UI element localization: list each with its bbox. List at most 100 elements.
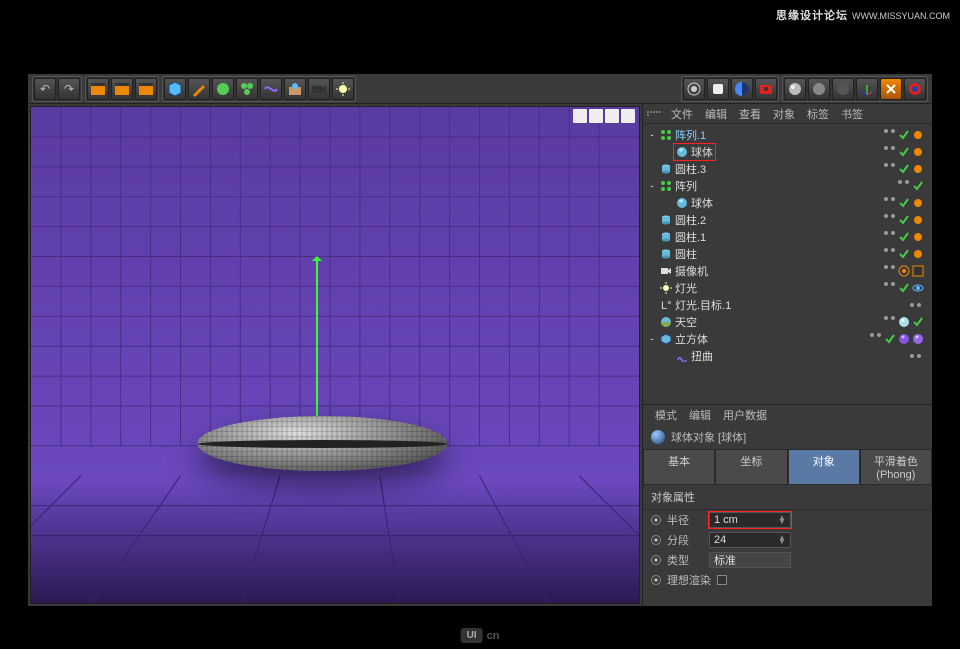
tree-row[interactable]: 圆柱.2 <box>643 211 932 228</box>
visibility-dots[interactable] <box>884 129 932 141</box>
om-menu-bookmarks[interactable]: 书签 <box>837 104 867 124</box>
vp-layout-icon[interactable] <box>621 109 635 123</box>
render-region-button[interactable] <box>707 78 729 100</box>
om-menu-file[interactable]: 文件 <box>667 104 697 124</box>
environment-button[interactable] <box>284 78 306 100</box>
radio-icon[interactable] <box>651 555 661 565</box>
visibility-dots[interactable] <box>884 197 932 209</box>
tree-row[interactable]: -阵列 <box>643 177 932 194</box>
tree-item-name[interactable]: 圆柱.1 <box>657 229 709 245</box>
ideal-checkbox[interactable] <box>717 575 727 585</box>
attr-menu-edit[interactable]: 编辑 <box>685 405 715 425</box>
attr-menu-userdata[interactable]: 用户数据 <box>719 405 771 425</box>
material-2-button[interactable] <box>808 78 830 100</box>
axis-button[interactable] <box>856 78 878 100</box>
tree-row[interactable]: 球体 <box>643 143 932 160</box>
visibility-dots[interactable] <box>884 214 932 226</box>
snap-button[interactable] <box>880 78 902 100</box>
spinner-icon[interactable]: ▲▼ <box>778 516 786 524</box>
tree-item-name[interactable]: 天空 <box>657 314 700 330</box>
visibility-dots[interactable] <box>884 163 932 175</box>
spline-pen-button[interactable] <box>188 78 210 100</box>
tree-row[interactable]: 扭曲 <box>643 347 932 364</box>
segments-field[interactable]: 24▲▼ <box>709 532 791 548</box>
nurbs-button[interactable] <box>212 78 234 100</box>
expand-toggle[interactable]: - <box>647 130 657 140</box>
tree-item-name[interactable]: 球体 <box>673 143 716 161</box>
attr-tab[interactable]: 基本 <box>643 449 715 485</box>
tree-row[interactable]: L°灯光.目标.1 <box>643 296 932 313</box>
expand-toggle[interactable]: - <box>647 334 657 344</box>
visibility-dots[interactable] <box>884 248 932 260</box>
object-tree[interactable]: -阵列.1球体圆柱.3-阵列球体圆柱.2圆柱.1圆柱摄像机灯光L°灯光.目标.1… <box>643 124 932 404</box>
vp-pan-icon[interactable] <box>573 109 587 123</box>
tree-item-name[interactable]: 阵列.1 <box>657 127 709 143</box>
tree-row[interactable]: 灯光 <box>643 279 932 296</box>
render-picture-button[interactable] <box>755 78 777 100</box>
tree-row[interactable]: 圆柱.1 <box>643 228 932 245</box>
om-menu-tags[interactable]: 标签 <box>803 104 833 124</box>
redo-button[interactable]: ↷ <box>58 78 80 100</box>
attr-menu-mode[interactable]: 模式 <box>651 405 681 425</box>
vp-zoom-icon[interactable] <box>589 109 603 123</box>
visibility-dots[interactable] <box>910 354 932 358</box>
tree-row[interactable]: -立方体 <box>643 330 932 347</box>
tree-item-name[interactable]: 灯光 <box>657 280 700 296</box>
array-button[interactable] <box>236 78 258 100</box>
expand-toggle[interactable]: - <box>647 181 657 191</box>
radio-icon[interactable] <box>651 535 661 545</box>
attr-tab[interactable]: 坐标 <box>715 449 787 485</box>
tree-row[interactable]: 摄像机 <box>643 262 932 279</box>
tree-item-name[interactable]: 阵列 <box>657 178 700 194</box>
radius-field[interactable]: 1 cm▲▼ <box>709 512 791 528</box>
sphere-icon <box>651 430 665 444</box>
vp-rotate-icon[interactable] <box>605 109 619 123</box>
tree-item-name[interactable]: 球体 <box>673 195 716 211</box>
visibility-dots[interactable] <box>884 282 932 294</box>
visibility-dots[interactable] <box>884 146 932 158</box>
attr-tab[interactable]: 对象 <box>788 449 860 485</box>
tree-row[interactable]: 圆柱 <box>643 245 932 262</box>
om-menu-object[interactable]: 对象 <box>769 104 799 124</box>
undo-button[interactable]: ↶ <box>34 78 56 100</box>
render-active-button[interactable] <box>731 78 753 100</box>
material-3-button[interactable] <box>832 78 854 100</box>
tree-item-name[interactable]: 摄像机 <box>657 263 711 279</box>
tree-item-name[interactable]: 圆柱.2 <box>657 212 709 228</box>
visibility-dots[interactable] <box>884 316 932 328</box>
visibility-dots[interactable] <box>884 265 932 277</box>
material-1-button[interactable] <box>784 78 806 100</box>
viewport[interactable] <box>30 106 640 604</box>
tree-row[interactable]: 圆柱.3 <box>643 160 932 177</box>
clapper-button-1[interactable] <box>87 78 109 100</box>
radio-icon[interactable] <box>651 575 661 585</box>
tree-item-name[interactable]: L°灯光.目标.1 <box>657 297 734 313</box>
type-select[interactable]: 标准 <box>709 552 791 568</box>
om-menu-edit[interactable]: 编辑 <box>701 104 731 124</box>
clapper-button-3[interactable] <box>135 78 157 100</box>
spinner-icon[interactable]: ▲▼ <box>778 536 786 544</box>
primitive-cube-button[interactable] <box>164 78 186 100</box>
tree-item-name[interactable]: 圆柱.3 <box>657 161 709 177</box>
deformer-button[interactable] <box>260 78 282 100</box>
clapper-button-2[interactable] <box>111 78 133 100</box>
visibility-dots[interactable] <box>884 231 932 243</box>
grip-icon[interactable] <box>647 111 661 116</box>
tree-item-name[interactable]: 圆柱 <box>657 246 700 262</box>
tree-row[interactable]: 球体 <box>643 194 932 211</box>
attr-tab[interactable]: 平滑着色(Phong) <box>860 449 932 485</box>
tree-row[interactable]: -阵列.1 <box>643 126 932 143</box>
tree-row[interactable]: 天空 <box>643 313 932 330</box>
visibility-dots[interactable] <box>870 333 932 345</box>
light-button[interactable] <box>332 78 354 100</box>
tree-item-name[interactable]: 立方体 <box>657 331 711 347</box>
visibility-dots[interactable] <box>910 303 932 307</box>
camera-button[interactable] <box>308 78 330 100</box>
om-menu-view[interactable]: 查看 <box>735 104 765 124</box>
magnet-button[interactable] <box>904 78 926 100</box>
radio-icon[interactable] <box>651 515 661 525</box>
ufo-model[interactable] <box>198 398 448 483</box>
tree-item-name[interactable]: 扭曲 <box>673 348 716 364</box>
visibility-dots[interactable] <box>898 180 932 192</box>
render-view-button[interactable] <box>683 78 705 100</box>
